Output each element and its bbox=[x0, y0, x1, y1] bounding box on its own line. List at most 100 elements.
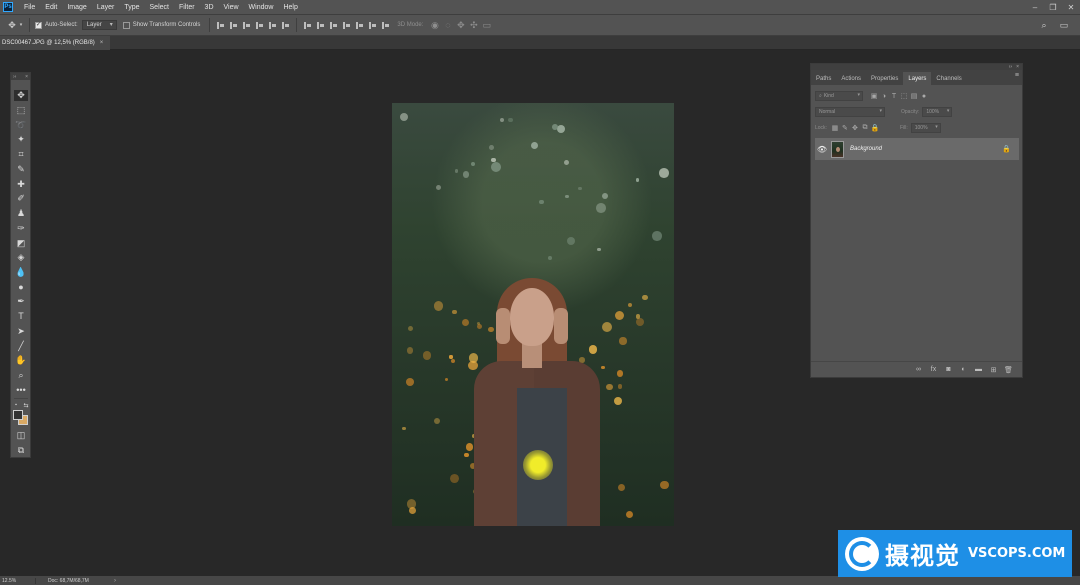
menu-help[interactable]: Help bbox=[278, 4, 302, 11]
opacity-field[interactable]: 100% bbox=[922, 107, 953, 117]
eyedropper-tool-icon[interactable]: ✎ bbox=[14, 164, 28, 175]
document-tab[interactable]: DSC00467.JPG @ 12,5% (RGB/8) × bbox=[0, 36, 110, 50]
visibility-eye-icon[interactable]: 👁 bbox=[815, 138, 829, 160]
blend-mode-dropdown[interactable]: Normal bbox=[815, 107, 885, 117]
menu-window[interactable]: Window bbox=[244, 4, 279, 11]
menu-image[interactable]: Image bbox=[62, 4, 91, 11]
3d-roll-icon[interactable]: ◌ bbox=[442, 20, 453, 31]
distribute-left-icon[interactable] bbox=[341, 20, 352, 31]
photoshop-logo-icon[interactable]: Ps bbox=[3, 2, 13, 12]
swap-colors-icon[interactable]: ⇆ bbox=[22, 400, 30, 411]
tab-layers[interactable]: Layers bbox=[903, 72, 932, 85]
tools-panel-header[interactable]: ›› × bbox=[11, 73, 30, 80]
tab-properties[interactable]: Properties bbox=[866, 72, 903, 85]
lock-icon[interactable]: 🔒 bbox=[1002, 145, 1011, 153]
filter-toggle-icon[interactable]: ● bbox=[919, 91, 929, 101]
crop-tool-icon[interactable]: ⌗ bbox=[14, 149, 28, 160]
3d-orbit-icon[interactable]: ◉ bbox=[429, 20, 440, 31]
3d-camera-icon[interactable]: ▭ bbox=[481, 20, 492, 31]
filter-pixel-icon[interactable]: ▣ bbox=[869, 91, 879, 101]
tab-channels[interactable]: Channels bbox=[931, 72, 966, 85]
close-icon[interactable]: × bbox=[25, 74, 28, 80]
healing-brush-tool-icon[interactable]: ✚ bbox=[14, 179, 28, 190]
lock-artboard-icon[interactable]: ⧉ bbox=[860, 123, 870, 133]
distribute-bottom-icon[interactable] bbox=[328, 20, 339, 31]
menu-file[interactable]: File bbox=[19, 4, 40, 11]
filter-smart-object-icon[interactable]: ▤ bbox=[909, 91, 919, 101]
restore-icon[interactable]: ❐ bbox=[1044, 0, 1062, 14]
brush-tool-icon[interactable]: ✐ bbox=[14, 193, 28, 204]
eraser-tool-icon[interactable]: ◩ bbox=[14, 238, 28, 249]
distribute-vcenter-icon[interactable] bbox=[315, 20, 326, 31]
search-icon[interactable]: ⌕ bbox=[1038, 19, 1050, 31]
3d-drag-icon[interactable]: ✥ bbox=[455, 20, 466, 31]
paint-bucket-tool-icon[interactable]: ◈ bbox=[14, 252, 28, 263]
layer-name[interactable]: Background bbox=[850, 146, 882, 152]
dodge-tool-icon[interactable]: ● bbox=[14, 282, 28, 293]
3d-slide-icon[interactable]: ✣ bbox=[468, 20, 479, 31]
lock-all-icon[interactable]: 🔒 bbox=[870, 123, 880, 133]
delete-layer-icon[interactable]: 🗑 bbox=[1003, 364, 1014, 375]
align-top-icon[interactable] bbox=[215, 20, 226, 31]
move-tool-icon[interactable]: ✥ bbox=[14, 90, 28, 101]
chevron-down-icon[interactable]: ▾ bbox=[18, 19, 24, 31]
menu-select[interactable]: Select bbox=[145, 4, 174, 11]
lock-position-icon[interactable]: ✥ bbox=[850, 123, 860, 133]
close-icon[interactable]: ✕ bbox=[1062, 0, 1080, 14]
fill-field[interactable]: 100% bbox=[910, 123, 941, 133]
tab-paths[interactable]: Paths bbox=[811, 72, 836, 85]
distribute-right-icon[interactable] bbox=[367, 20, 378, 31]
align-vcenter-icon[interactable] bbox=[228, 20, 239, 31]
filter-adjustment-icon[interactable]: ◑ bbox=[879, 91, 889, 101]
zoom-level[interactable]: 12.5% bbox=[0, 577, 36, 584]
align-hcenter-icon[interactable] bbox=[267, 20, 278, 31]
history-brush-tool-icon[interactable]: ✑ bbox=[14, 223, 28, 234]
type-tool-icon[interactable]: T bbox=[14, 311, 28, 322]
filter-type-icon[interactable]: T bbox=[889, 91, 899, 101]
hand-tool-icon[interactable]: ✋ bbox=[14, 355, 28, 366]
blur-tool-icon[interactable]: 💧 bbox=[14, 267, 28, 278]
show-transform-checkbox[interactable] bbox=[122, 21, 130, 29]
menu-filter[interactable]: Filter bbox=[174, 4, 200, 11]
more-tools-icon[interactable]: ••• bbox=[14, 385, 28, 396]
menu-edit[interactable]: Edit bbox=[40, 4, 62, 11]
align-right-icon[interactable] bbox=[280, 20, 291, 31]
adjustment-layer-icon[interactable]: ◐ bbox=[958, 364, 969, 375]
tab-actions[interactable]: Actions bbox=[836, 72, 866, 85]
clone-stamp-tool-icon[interactable]: ♟ bbox=[14, 208, 28, 219]
align-bottom-icon[interactable] bbox=[241, 20, 252, 31]
close-tab-icon[interactable]: × bbox=[100, 40, 104, 46]
distribute-hcenter-icon[interactable] bbox=[354, 20, 365, 31]
fx-icon[interactable]: fx bbox=[928, 364, 939, 375]
minimize-icon[interactable]: – bbox=[1026, 0, 1044, 14]
auto-align-icon[interactable] bbox=[380, 20, 391, 31]
lasso-tool-icon[interactable]: ➰ bbox=[14, 120, 28, 131]
layer-row[interactable]: 👁 Background 🔒 bbox=[815, 138, 1019, 160]
document-canvas[interactable] bbox=[392, 103, 674, 526]
menu-layer[interactable]: Layer bbox=[92, 4, 120, 11]
screen-mode-icon[interactable]: ⧉ bbox=[14, 445, 28, 456]
magic-wand-tool-icon[interactable]: ✦ bbox=[14, 134, 28, 145]
filter-kind-dropdown[interactable]: ⌕ Kind bbox=[815, 91, 863, 101]
auto-select-checkbox[interactable]: ✓ bbox=[35, 21, 42, 29]
lock-pixels-icon[interactable]: ✎ bbox=[840, 123, 850, 133]
add-mask-icon[interactable]: ◙ bbox=[943, 364, 954, 375]
panel-menu-icon[interactable]: ≡ bbox=[1015, 72, 1019, 79]
status-menu-arrow-icon[interactable]: › bbox=[114, 578, 116, 584]
distribute-top-icon[interactable] bbox=[302, 20, 313, 31]
filter-shape-icon[interactable]: ⬚ bbox=[899, 91, 909, 101]
marquee-tool-icon[interactable]: ⬚ bbox=[14, 105, 28, 116]
foreground-color-swatch[interactable] bbox=[13, 410, 23, 420]
align-left-icon[interactable] bbox=[254, 20, 265, 31]
pen-tool-icon[interactable]: ✒ bbox=[14, 296, 28, 307]
line-tool-icon[interactable]: ╱ bbox=[14, 341, 28, 352]
collapse-icon[interactable]: ›› bbox=[13, 74, 16, 80]
menu-view[interactable]: View bbox=[219, 4, 244, 11]
quick-mask-icon[interactable]: ◫ bbox=[14, 430, 28, 441]
new-layer-icon[interactable]: ⊞ bbox=[988, 364, 999, 375]
menu-type[interactable]: Type bbox=[119, 4, 144, 11]
zoom-tool-icon[interactable]: ⌕ bbox=[14, 370, 28, 381]
auto-select-target-dropdown[interactable]: Layer bbox=[81, 20, 117, 30]
menu-3d[interactable]: 3D bbox=[200, 4, 219, 11]
workspace-icon[interactable]: ▭ bbox=[1058, 19, 1070, 31]
